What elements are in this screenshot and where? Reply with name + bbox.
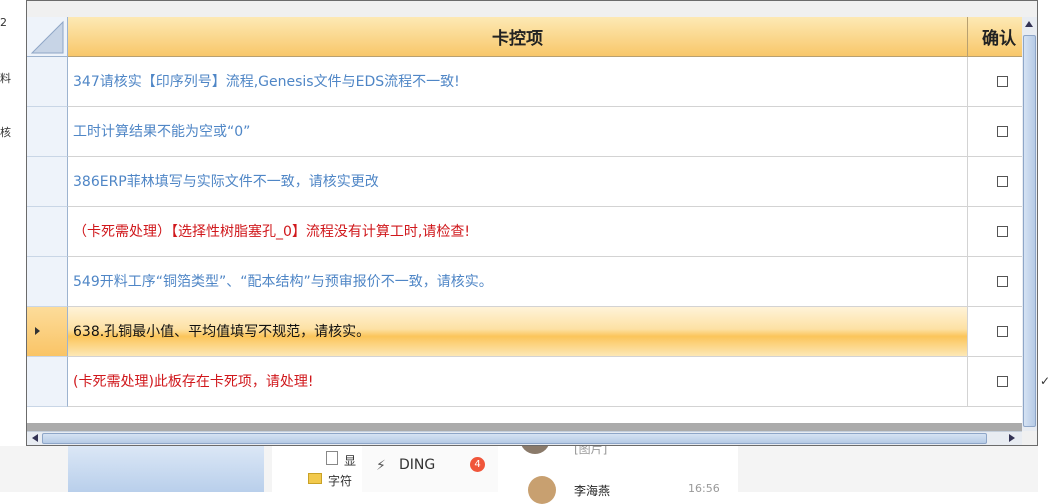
table-row[interactable]: (卡死需处理)此板存在卡死项，请处理! bbox=[27, 357, 1022, 407]
bg-left-text-3: 核 bbox=[0, 126, 11, 139]
ding-badge: 4 bbox=[470, 457, 485, 472]
scroll-right-icon[interactable] bbox=[1009, 434, 1015, 442]
check-dialog: 卡控项 确认 347请核实【印序列号】流程,Genesis文件与EDS流程不一致… bbox=[26, 0, 1038, 446]
check-item-text[interactable]: 638.孔铜最小值、平均值填写不规范，请核实。 bbox=[68, 307, 968, 357]
confirm-cell bbox=[968, 57, 1022, 107]
confirm-checkbox[interactable] bbox=[997, 376, 1008, 387]
column-header-confirm-label: 确认 bbox=[982, 29, 1016, 49]
background-right-strip: ✓ bbox=[1038, 0, 1053, 492]
ding-nav-item[interactable]: ⚡ DING 4 bbox=[362, 446, 498, 492]
vertical-scrollbar[interactable] bbox=[1022, 17, 1037, 431]
horizontal-scroll-thumb[interactable] bbox=[42, 433, 987, 444]
folder-icon bbox=[308, 473, 322, 484]
table-row[interactable]: （卡死需处理）【选择性树脂塞孔_0】流程没有计算工时,请检查! bbox=[27, 207, 1022, 257]
row-header[interactable] bbox=[27, 357, 68, 407]
row-header[interactable] bbox=[27, 257, 68, 307]
vertical-scroll-thumb[interactable] bbox=[1023, 35, 1036, 427]
check-item-text[interactable]: 347请核实【印序列号】流程,Genesis文件与EDS流程不一致! bbox=[68, 57, 968, 107]
confirm-checkbox[interactable] bbox=[997, 76, 1008, 87]
check-items-grid: 卡控项 确认 347请核实【印序列号】流程,Genesis文件与EDS流程不一致… bbox=[27, 17, 1022, 431]
check-item-text[interactable]: 386ERP菲林填写与实际文件不一致，请核实更改 bbox=[68, 157, 968, 207]
confirm-checkbox[interactable] bbox=[997, 126, 1008, 137]
row-header[interactable] bbox=[27, 307, 68, 357]
confirm-cell bbox=[968, 107, 1022, 157]
confirm-checkbox[interactable] bbox=[997, 176, 1008, 187]
scroll-left-icon[interactable] bbox=[32, 434, 38, 442]
bg-right-glyph: ✓ bbox=[1040, 374, 1051, 388]
avatar bbox=[528, 476, 556, 504]
confirm-checkbox[interactable] bbox=[997, 326, 1008, 337]
current-row-icon bbox=[35, 327, 40, 335]
bg-left-text-1: 2 bbox=[0, 16, 7, 29]
table-row[interactable]: 638.孔铜最小值、平均值填写不规范，请核实。 bbox=[27, 307, 1022, 357]
bg-left-text-2: 料 bbox=[0, 72, 11, 85]
tree-item-2[interactable]: 字符 bbox=[328, 472, 352, 489]
background-blue-panel bbox=[68, 446, 264, 492]
ding-label: DING bbox=[399, 457, 436, 473]
confirm-cell bbox=[968, 357, 1022, 407]
confirm-checkbox[interactable] bbox=[997, 276, 1008, 287]
check-item-text[interactable]: (卡死需处理)此板存在卡死项，请处理! bbox=[68, 357, 968, 407]
row-header[interactable] bbox=[27, 57, 68, 107]
dialog-top-strip bbox=[27, 1, 1037, 18]
select-all-icon bbox=[30, 20, 64, 54]
grid-empty-area bbox=[27, 423, 1022, 431]
row-header[interactable] bbox=[27, 157, 68, 207]
confirm-cell bbox=[968, 307, 1022, 357]
file-icon bbox=[326, 451, 338, 465]
table-row[interactable]: 549开料工序“铜箔类型”、“配本结构”与预审报价不一致，请核实。 bbox=[27, 257, 1022, 307]
column-header-item-label: 卡控项 bbox=[492, 29, 543, 49]
confirm-cell bbox=[968, 157, 1022, 207]
confirm-cell bbox=[968, 207, 1022, 257]
background-left-panel: 2 料 核 bbox=[0, 0, 26, 492]
background-chat-list: [图片] 李海燕 16:56 bbox=[498, 438, 738, 504]
chat-time: 16:56 bbox=[688, 482, 720, 495]
grid-corner[interactable] bbox=[27, 17, 68, 57]
table-row[interactable]: 386ERP菲林填写与实际文件不一致，请核实更改 bbox=[27, 157, 1022, 207]
background-tree: 显 字符 bbox=[272, 446, 362, 492]
table-row[interactable]: 347请核实【印序列号】流程,Genesis文件与EDS流程不一致! bbox=[27, 57, 1022, 107]
chat-contact-name[interactable]: 李海燕 bbox=[574, 482, 610, 499]
confirm-checkbox[interactable] bbox=[997, 226, 1008, 237]
scroll-up-icon[interactable] bbox=[1025, 21, 1033, 27]
row-header[interactable] bbox=[27, 207, 68, 257]
column-header-confirm[interactable]: 确认 bbox=[968, 17, 1022, 57]
horizontal-scrollbar[interactable] bbox=[27, 431, 1022, 445]
column-header-item[interactable]: 卡控项 bbox=[68, 17, 968, 57]
check-item-text[interactable]: 工时计算结果不能为空或“0” bbox=[68, 107, 968, 157]
table-row[interactable]: 工时计算结果不能为空或“0” bbox=[27, 107, 1022, 157]
tree-item-1[interactable]: 显 bbox=[344, 452, 356, 469]
confirm-cell bbox=[968, 257, 1022, 307]
lightning-icon: ⚡ bbox=[376, 458, 386, 474]
check-item-text[interactable]: 549开料工序“铜箔类型”、“配本结构”与预审报价不一致，请核实。 bbox=[68, 257, 968, 307]
check-item-text[interactable]: （卡死需处理）【选择性树脂塞孔_0】流程没有计算工时,请检查! bbox=[68, 207, 968, 257]
row-header[interactable] bbox=[27, 107, 68, 157]
